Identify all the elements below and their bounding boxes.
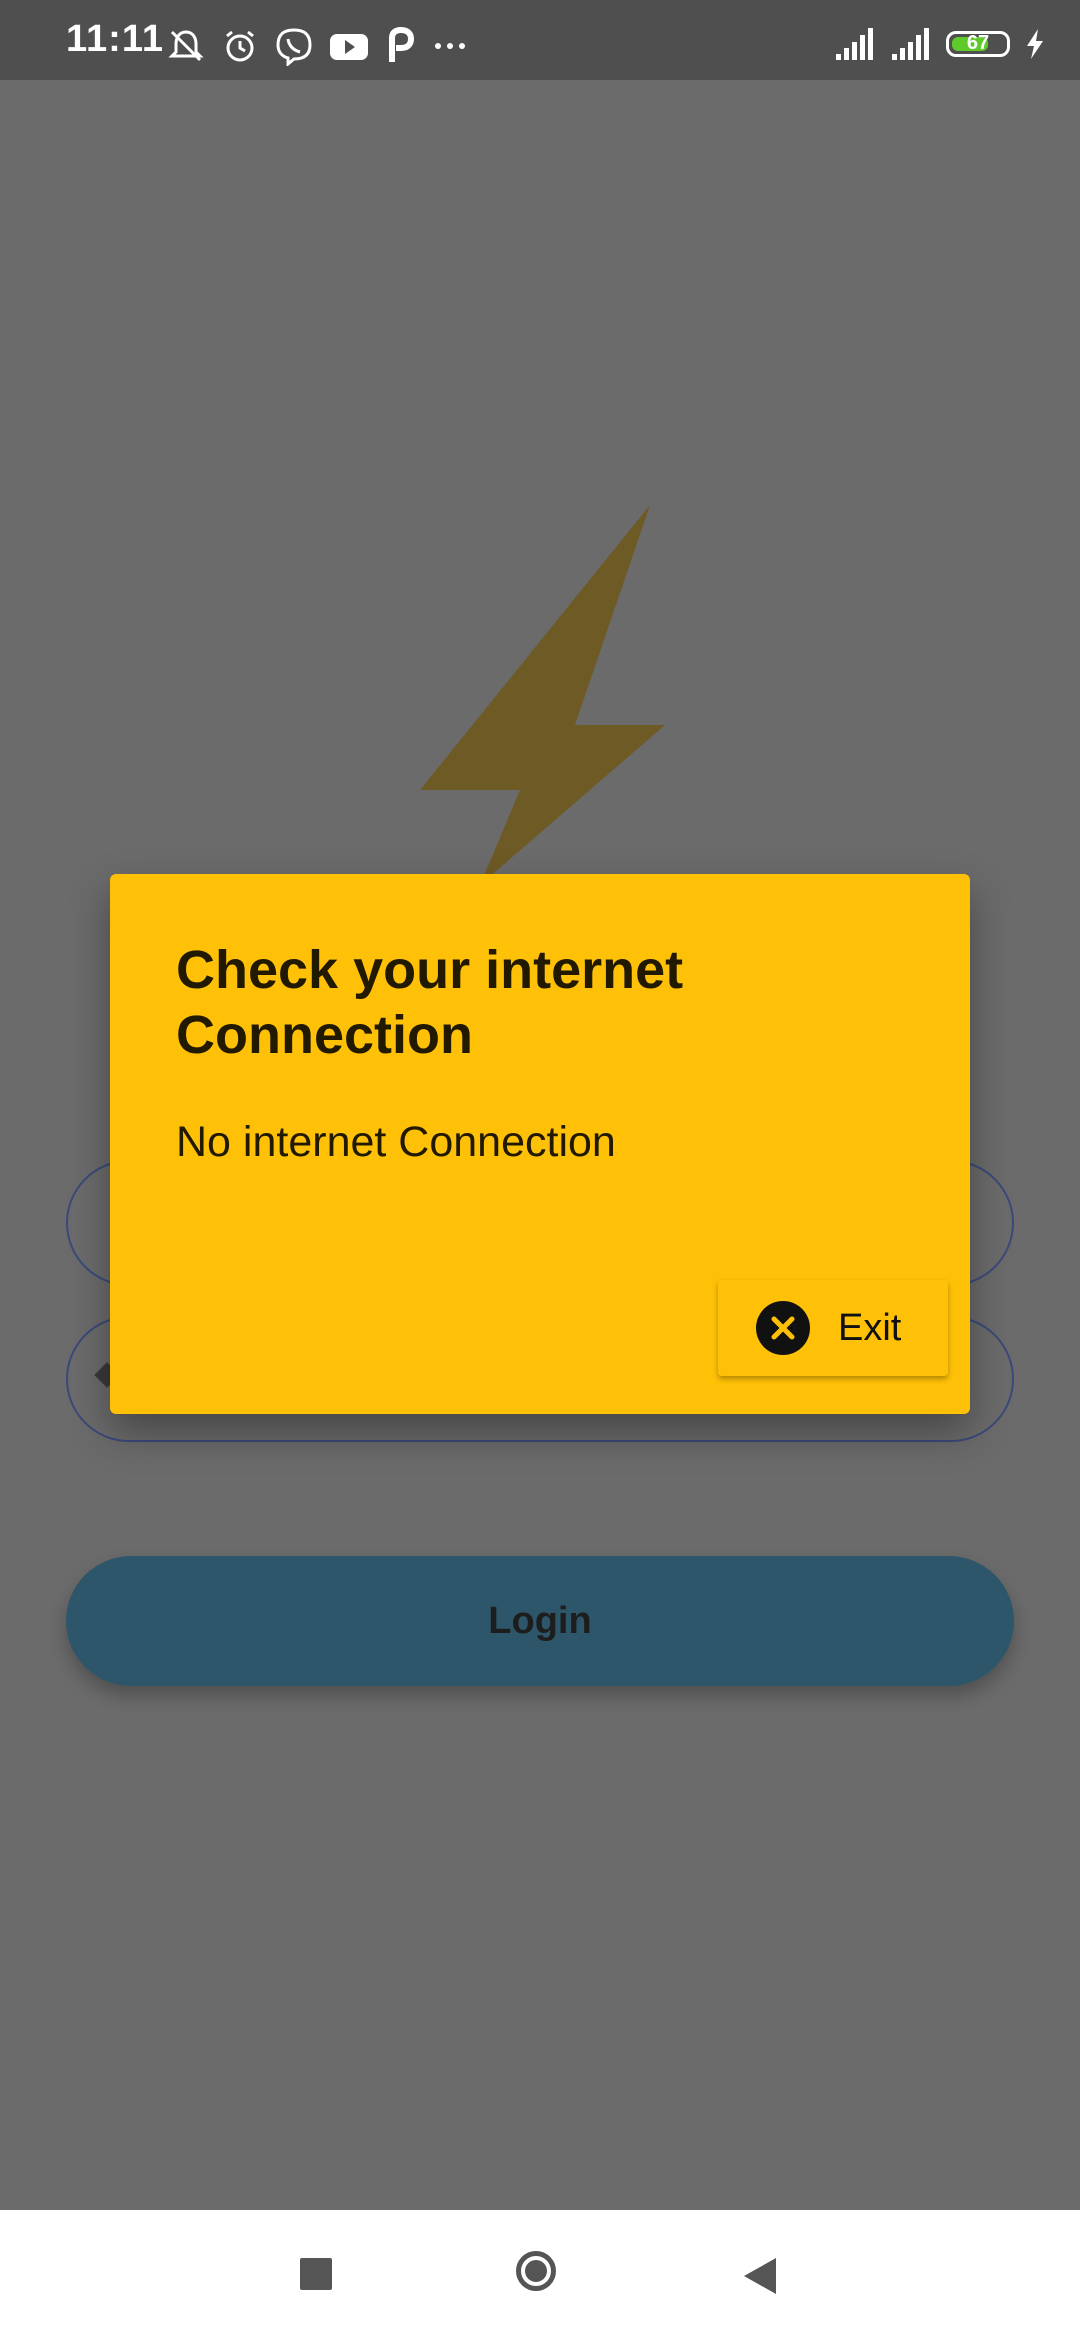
dialog-message: No internet Connection bbox=[176, 1118, 616, 1166]
mute-icon bbox=[168, 30, 204, 62]
status-time: 11:11 bbox=[66, 18, 164, 60]
parking-icon bbox=[389, 26, 415, 62]
status-bar: 11:11 67 bbox=[0, 0, 1080, 80]
signal-icon bbox=[892, 28, 929, 60]
back-button[interactable] bbox=[742, 2256, 778, 2296]
notification-icons bbox=[166, 26, 470, 66]
home-button[interactable] bbox=[516, 2251, 556, 2291]
close-circle-icon bbox=[756, 1301, 810, 1355]
dialog-title: Check your internet Connection bbox=[176, 940, 684, 1065]
alarm-icon bbox=[226, 30, 254, 62]
charging-icon bbox=[1027, 29, 1043, 59]
recents-button[interactable] bbox=[300, 2258, 332, 2290]
login-button-label: Login bbox=[488, 1599, 592, 1642]
exit-button[interactable]: Exit bbox=[718, 1280, 948, 1376]
battery-level: 67 bbox=[966, 32, 990, 54]
login-button[interactable]: Login bbox=[66, 1556, 1014, 1686]
viber-icon bbox=[276, 28, 312, 66]
signal-icon bbox=[836, 28, 873, 60]
lightning-logo-icon bbox=[420, 505, 665, 885]
navigation-bar bbox=[0, 2210, 1080, 2340]
battery-icon: 67 bbox=[946, 31, 1010, 57]
system-icons: 67 bbox=[834, 26, 1046, 62]
exit-button-label: Exit bbox=[838, 1306, 902, 1349]
more-icon bbox=[435, 43, 465, 49]
no-internet-dialog: Check your internet Connection No intern… bbox=[110, 874, 970, 1414]
youtube-icon bbox=[330, 34, 368, 60]
